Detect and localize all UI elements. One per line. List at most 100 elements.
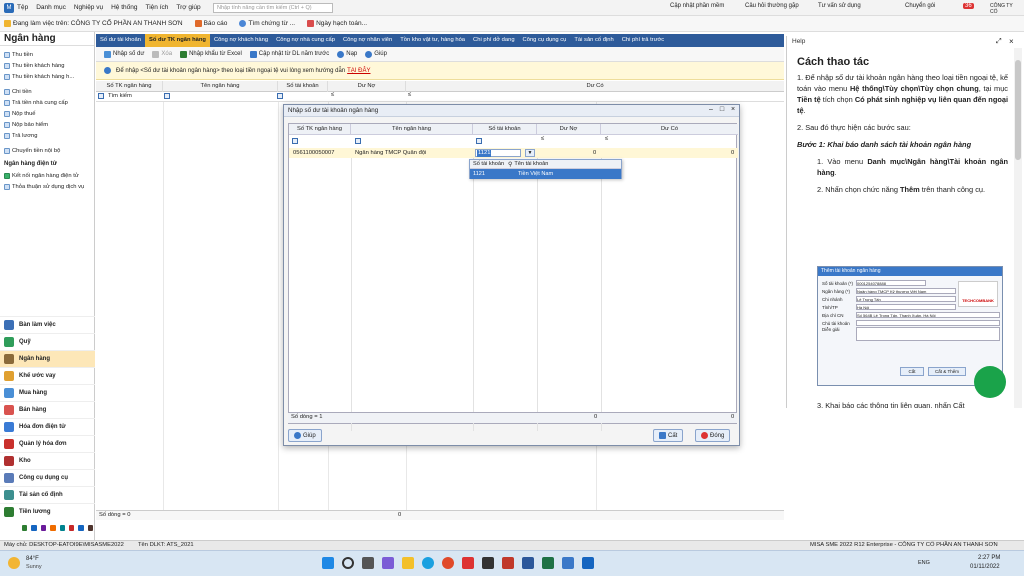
consult-link[interactable]: Tư vấn sử dụng [818, 3, 861, 9]
filter-le-icon[interactable]: ≤ [408, 92, 411, 98]
file-explorer-icon[interactable] [402, 557, 414, 569]
shortcut-icon[interactable] [59, 525, 65, 531]
dcol-credit[interactable]: Dư Có [601, 124, 738, 135]
filter-le-icon[interactable]: ≤ [605, 136, 608, 142]
close-icon[interactable]: × [728, 106, 738, 113]
menu-utilities[interactable]: Tiện ích [146, 4, 169, 11]
shortcut-icon[interactable] [31, 525, 37, 531]
tab-wip-cost[interactable]: Chi phí dở dang [469, 34, 519, 47]
sidebar-item-pay-insurance[interactable]: Nộp bảo hiểm [0, 119, 94, 130]
minimize-icon[interactable]: – [706, 106, 716, 113]
row-bank-name[interactable]: Ngân hàng TMCP Quân đội [355, 148, 426, 158]
company-avatar[interactable]: CÔNG TY CỔ [990, 3, 1020, 15]
tab-prepaid[interactable]: Chi phí trả trước [618, 34, 668, 47]
nav-invoice-mgmt[interactable]: Quản lý hóa đơn [0, 435, 95, 452]
menu-file[interactable]: Tệp [17, 4, 28, 11]
filter-checkbox[interactable] [277, 93, 283, 99]
faq-link[interactable]: Câu hỏi thường gặp [745, 3, 799, 9]
tab-fixed-assets[interactable]: Tài sản cố định [570, 34, 617, 47]
nav-bank[interactable]: Ngân hàng [0, 350, 95, 367]
dfilter-checkbox[interactable] [355, 138, 361, 144]
shortcut-icon[interactable] [87, 525, 93, 531]
col-credit[interactable]: Dư Có [406, 81, 784, 92]
nav-sales[interactable]: Bán hàng [0, 401, 95, 418]
update-prev-year-button[interactable]: Cập nhật từ DL năm trước [249, 50, 329, 58]
clock-date[interactable]: 01/11/2022 [970, 564, 1000, 570]
sidebar-item-pay-salary[interactable]: Trả lương [0, 130, 94, 141]
import-excel-button[interactable]: Nhập khẩu từ Excel [180, 50, 242, 58]
posting-date-button[interactable]: Ngày hạch toán... [307, 20, 367, 27]
nav-purchase[interactable]: Mua hàng [0, 384, 95, 401]
menu-operations[interactable]: Nghiệp vụ [74, 4, 103, 11]
delete-button[interactable]: Xóa [152, 50, 172, 58]
chrome-icon[interactable] [442, 557, 454, 569]
tab-bank-balance[interactable]: Số dư TK ngân hàng [144, 34, 210, 47]
menu-system[interactable]: Hệ thống [111, 4, 137, 11]
teams-icon[interactable] [382, 557, 394, 569]
tab-tools[interactable]: Công cụ dụng cụ [519, 34, 571, 47]
col-bank-account[interactable]: Số TK ngân hàng [96, 81, 163, 92]
shortcut-icon[interactable] [50, 525, 56, 531]
find-voucher-button[interactable]: Tìm chứng từ ... [239, 20, 295, 27]
nav-fixed-assets[interactable]: Tài sản cố định [0, 486, 95, 503]
row-bank-account[interactable]: 0561100050007 [293, 148, 334, 158]
language-indicator[interactable]: ENG [918, 560, 930, 566]
nav-einvoice[interactable]: Hóa đơn điện tử [0, 418, 95, 435]
help-button[interactable]: Giúp [365, 50, 387, 58]
filter-checkbox[interactable] [164, 93, 170, 99]
dropdown-option[interactable]: 1121 Tiền Việt Nam [470, 169, 621, 179]
maximize-icon[interactable]: □ [717, 106, 727, 113]
sidebar-item-internal-transfer[interactable]: Chuyển tiền nội bộ [0, 145, 94, 156]
nav-warehouse[interactable]: Kho [0, 452, 95, 469]
reload-button[interactable]: Nạp [337, 50, 357, 58]
menu-catalog[interactable]: Danh mục [36, 4, 66, 11]
nav-desk[interactable]: Bàn làm việc [0, 316, 95, 333]
sidebar-item-receipt[interactable]: Thu tiền [0, 49, 94, 60]
row-debit[interactable]: 0 [593, 148, 596, 158]
nav-cash[interactable]: Quỹ [0, 333, 95, 350]
pdf-icon[interactable] [502, 557, 514, 569]
shortcut-icon[interactable] [78, 525, 84, 531]
dcol-bank-account[interactable]: Số TK ngân hàng [289, 124, 351, 135]
sidebar-item-service-agreement[interactable]: Thỏa thuận sử dụng dịch vụ [0, 181, 94, 192]
report-button[interactable]: Báo cáo [194, 20, 227, 27]
dcol-bank-name[interactable]: Tên ngân hàng [351, 124, 473, 135]
sidebar-item-customer-receipt-multi[interactable]: Thu tiền khách hàng h... [0, 71, 94, 82]
select-all-checkbox[interactable] [98, 93, 104, 99]
ledger-combobox[interactable]: 1121 [475, 149, 521, 157]
filter-le-icon[interactable]: ≤ [541, 136, 544, 142]
switch-plan-link[interactable]: Chuyển gói [905, 3, 935, 9]
working-company[interactable]: Đang làm việc trên: CÔNG TY CỔ PHẦN AN T… [13, 20, 183, 27]
app-icon[interactable] [562, 557, 574, 569]
word-icon[interactable] [522, 557, 534, 569]
col-ledger-account[interactable]: Số tài khoản [278, 81, 328, 92]
sidebar-item-customer-receipt[interactable]: Thu tiền khách hàng [0, 60, 94, 71]
notice-link[interactable]: TẠI ĐÂY [347, 68, 370, 74]
zalo-icon[interactable] [582, 557, 594, 569]
save-button[interactable]: Cất [653, 429, 684, 442]
col-debit[interactable]: Dư Nợ [328, 81, 406, 92]
enter-balance-button[interactable]: Nhập số dư [104, 50, 144, 58]
task-view-icon[interactable] [362, 557, 374, 569]
search-icon[interactable] [342, 557, 354, 569]
close-button[interactable]: Đóng [695, 429, 731, 442]
tab-inventory[interactable]: Tồn kho vật tư, hàng hóa [396, 34, 469, 47]
tab-employee-debt[interactable]: Công nợ nhân viên [339, 34, 396, 47]
popout-icon[interactable]: ⤢ [996, 38, 1002, 46]
dfilter-checkbox[interactable] [476, 138, 482, 144]
sidebar-item-pay-supplier[interactable]: Trả tiền nhà cung cấp [0, 97, 94, 108]
sidebar-item-payment[interactable]: Chi tiền [0, 86, 94, 97]
notification-badge[interactable]: 36 [963, 3, 974, 9]
shortcut-icon[interactable] [68, 525, 75, 531]
tab-customer-debt[interactable]: Công nợ khách hàng [210, 34, 272, 47]
row-credit[interactable]: 0 [731, 148, 734, 158]
edge-icon[interactable] [422, 557, 434, 569]
dialog-help-button[interactable]: Giúp [288, 429, 322, 442]
table-row[interactable]: 0561100050007 Ngân hàng TMCP Quân đội 11… [289, 148, 738, 158]
dfilter-checkbox[interactable] [292, 138, 298, 144]
filter-le-icon[interactable]: ≤ [331, 92, 334, 98]
dcol-debit[interactable]: Dư Nợ [537, 124, 601, 135]
nav-payroll[interactable]: Tiền lương [0, 503, 95, 520]
shortcut-icon[interactable] [40, 525, 47, 531]
sidebar-item-ebank-connect[interactable]: Kết nối ngân hàng điện tử [0, 170, 94, 181]
